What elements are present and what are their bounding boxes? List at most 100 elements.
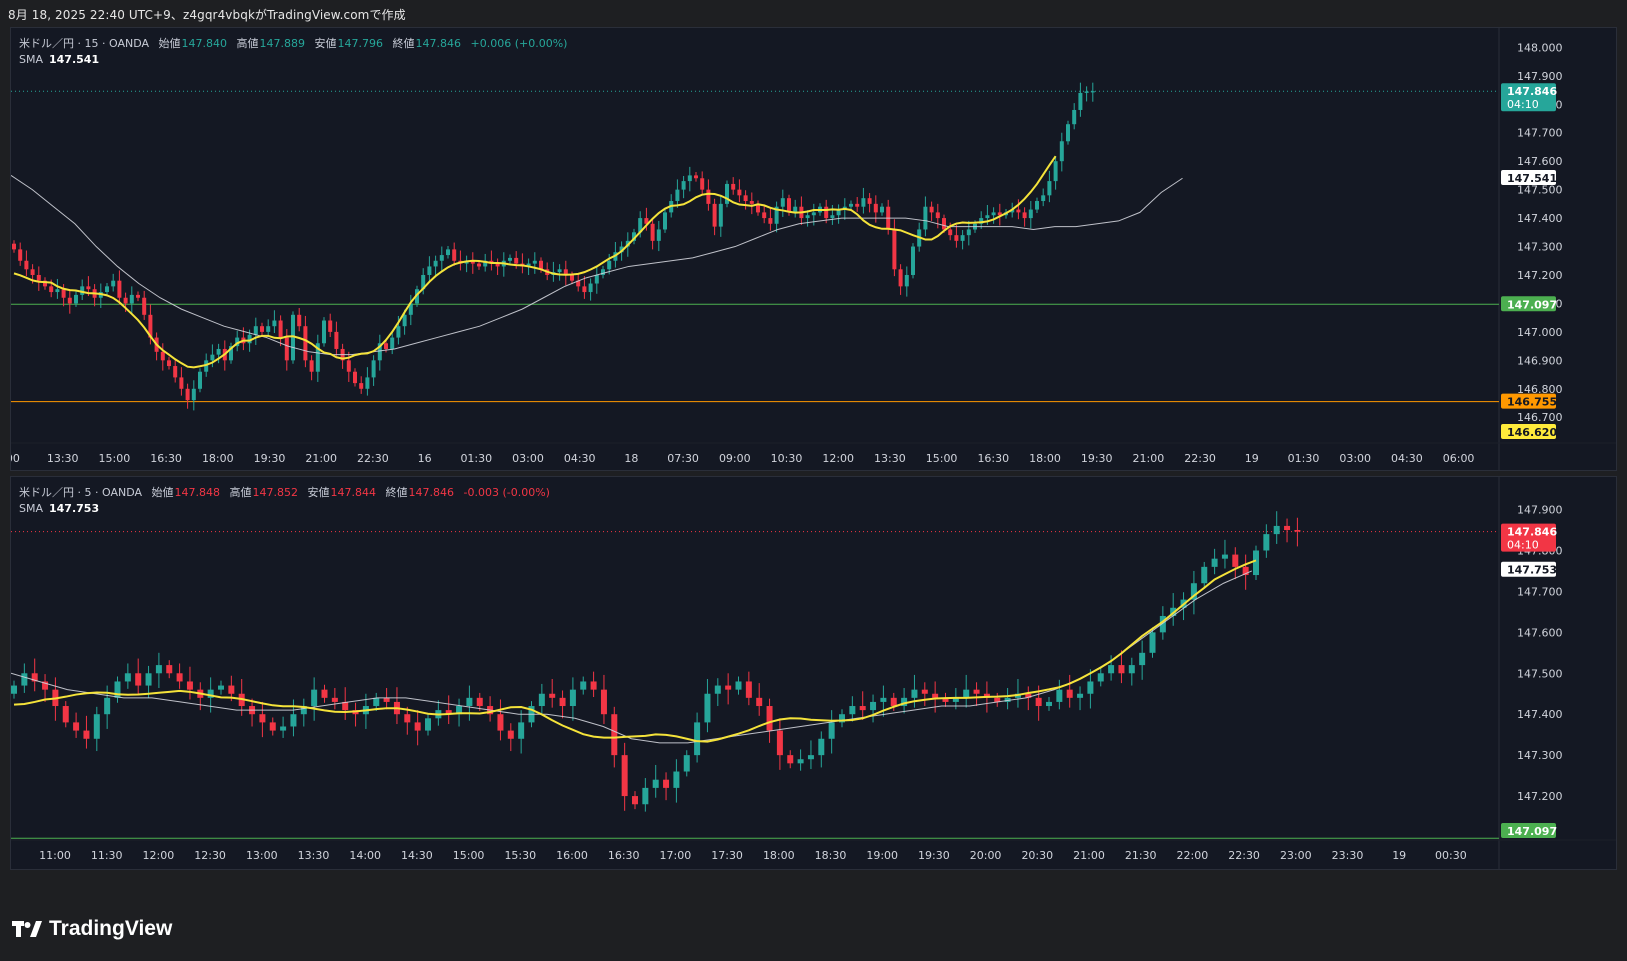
candle-up (1108, 665, 1115, 674)
candle-down (632, 796, 638, 805)
candle-up (1128, 665, 1135, 674)
candle-up (1047, 181, 1052, 196)
price-badge-label: 146.620 (1507, 426, 1557, 439)
candle-up (216, 348, 221, 355)
candle-down (309, 360, 314, 372)
time-tick-label: 14:00 (349, 849, 381, 862)
candle-down (328, 320, 333, 332)
candle-up (272, 320, 277, 327)
candle-down (743, 195, 748, 202)
price-tick-label: 147.300 (1517, 241, 1563, 254)
candle-down (1016, 209, 1021, 213)
symbol-label[interactable]: 米ドル／円 · 15 · OANDA (19, 37, 149, 50)
candle-up (681, 181, 686, 190)
time-tick-label: 00:30 (1435, 849, 1467, 862)
candle-up (425, 718, 431, 731)
price-tick-label: 146.900 (1517, 354, 1563, 367)
time-tick-label: :00 (11, 452, 20, 465)
time-tick-label: 21:00 (305, 452, 337, 465)
candle-down (712, 203, 717, 227)
candle-down (935, 212, 940, 219)
candle-up (111, 280, 116, 287)
candle-down (762, 212, 767, 219)
candle-down (359, 383, 364, 389)
time-tick-label: 16:30 (977, 452, 1009, 465)
symbol-label[interactable]: 米ドル／円 · 5 · OANDA (19, 486, 142, 499)
candle-up (966, 229, 971, 236)
low-value: 147.796 (337, 37, 384, 50)
candle-up (446, 249, 450, 256)
candle-down (706, 189, 711, 204)
candle-up (557, 269, 562, 273)
price-badge-label: 146.755 (1507, 396, 1557, 409)
time-tick-label: 12:30 (194, 849, 226, 862)
time-tick-label: 04:30 (564, 452, 596, 465)
chart-canvas-15m[interactable]: 148.000147.900147.800147.700147.600147.5… (11, 28, 1617, 471)
candle-up (849, 203, 853, 207)
candle-up (818, 738, 825, 756)
price-tick-label: 147.600 (1517, 626, 1563, 639)
candle-down (303, 326, 308, 361)
candle-up (588, 283, 593, 293)
price-tick-label: 147.400 (1517, 212, 1563, 225)
tradingview-logo[interactable]: TradingView (12, 917, 172, 941)
price-tick-label: 147.600 (1517, 155, 1563, 168)
sma-legend-5m[interactable]: SMA 147.753 (19, 502, 99, 515)
candle-down (1232, 554, 1239, 567)
candle-down (331, 697, 338, 702)
candle-up (849, 706, 856, 715)
candle-up (290, 714, 297, 727)
time-tick-label: 23:00 (1280, 849, 1312, 862)
trend-curve (13, 559, 1257, 743)
candle-up (1139, 652, 1146, 666)
candle-down (948, 229, 953, 236)
sma-label: SMA (19, 53, 43, 66)
time-tick-label: 13:30 (47, 452, 79, 465)
candle-down (61, 289, 66, 298)
time-tick-label: 15:00 (453, 849, 485, 862)
candle-down (73, 722, 80, 731)
chart-canvas-5m[interactable]: 147.900147.800147.700147.600147.500147.4… (11, 477, 1617, 870)
chart-panel-15m[interactable]: 148.000147.900147.800147.700147.600147.5… (10, 27, 1617, 471)
price-tick-label: 148.000 (1517, 41, 1563, 54)
candle-up (569, 689, 576, 707)
candle-up (675, 189, 680, 202)
open-value: 147.840 (181, 37, 228, 50)
candle-up (1221, 554, 1228, 559)
price-tick-label: 147.900 (1517, 70, 1563, 83)
candle-down (859, 706, 866, 711)
snapshot-title: 8月 18, 2025 22:40 UTC+9、z4gqr4vbqkがTradi… (8, 8, 406, 22)
time-tick-label: 21:30 (1125, 849, 1157, 862)
candle-up (105, 286, 109, 293)
sma-legend-15m[interactable]: SMA 147.541 (19, 53, 99, 66)
candle-up (1097, 673, 1104, 682)
candle-down (776, 730, 783, 756)
time-tick-label: 16:00 (556, 849, 588, 862)
candle-up (518, 722, 525, 739)
candle-up (880, 206, 884, 213)
chart-panel-5m[interactable]: 147.900147.800147.700147.600147.500147.4… (10, 476, 1617, 870)
candle-down (179, 377, 184, 389)
candle-down (269, 722, 276, 731)
candle-down (86, 286, 91, 290)
candle-down (611, 714, 618, 756)
open-label: 始値 (151, 486, 174, 499)
price-badge-label: 147.097 (1507, 298, 1557, 311)
candle-down (1118, 665, 1125, 674)
candle-up (402, 314, 407, 327)
time-tick-label: 19:30 (254, 452, 286, 465)
candle-up (218, 685, 224, 690)
candle-down (36, 274, 41, 281)
candle-up (198, 371, 202, 389)
time-tick-label: 15:00 (926, 452, 958, 465)
candle-up (714, 685, 721, 694)
candle-down (768, 218, 773, 224)
candle-down (185, 388, 190, 401)
price-badge-label: 147.753 (1507, 564, 1557, 577)
candle-up (191, 388, 196, 401)
candle-down (582, 286, 587, 293)
candle-down (24, 260, 29, 270)
time-tick-label: 11:30 (91, 849, 123, 862)
sma-value: 147.753 (49, 502, 100, 515)
open-label: 始値 (158, 37, 181, 50)
